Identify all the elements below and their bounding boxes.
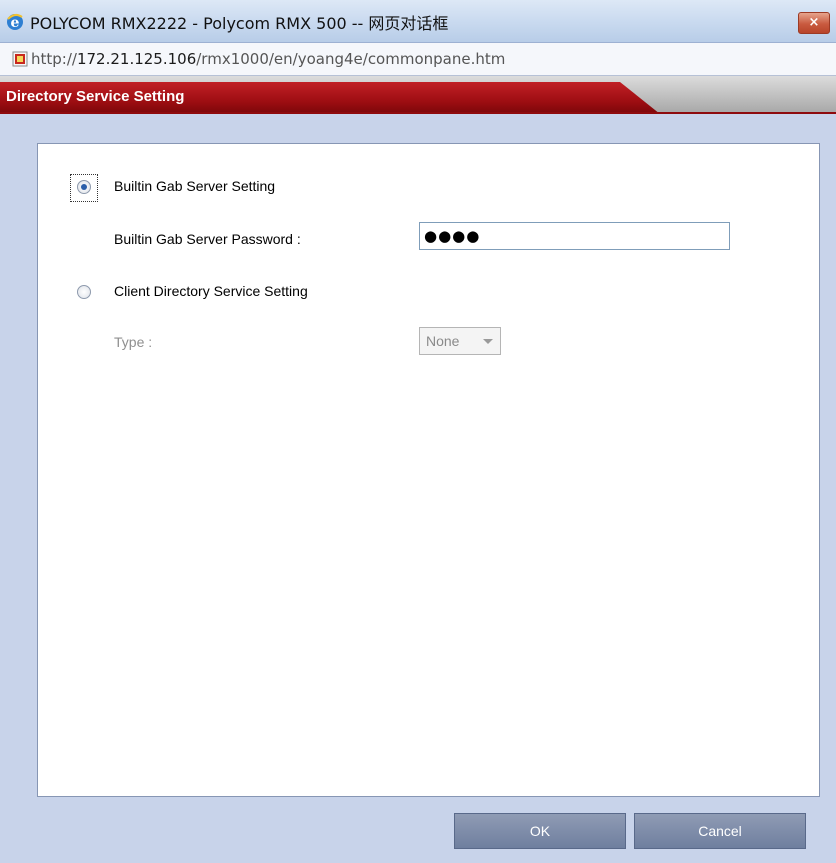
type-value: None — [426, 333, 460, 349]
page-title: Directory Service Setting — [6, 88, 185, 105]
svg-text:e: e — [11, 15, 20, 31]
password-label: Builtin Gab Server Password : — [114, 231, 301, 247]
type-select[interactable]: None — [419, 327, 501, 355]
internet-explorer-icon: e — [7, 13, 23, 31]
password-field[interactable]: ●●●● — [419, 222, 730, 250]
header-divider — [0, 112, 836, 114]
client-directory-label: Client Directory Service Setting — [114, 283, 308, 299]
close-icon: × — [808, 15, 820, 30]
client-directory-radio[interactable] — [77, 285, 91, 299]
address-bar: http://172.21.125.106/rmx1000/en/yoang4e… — [0, 43, 836, 76]
type-label: Type : — [114, 334, 153, 350]
ok-button[interactable]: OK — [454, 813, 626, 849]
address-url[interactable]: http://172.21.125.106/rmx1000/en/yoang4e… — [31, 50, 505, 68]
close-button[interactable]: × — [798, 12, 830, 34]
builtin-gab-radio[interactable] — [77, 180, 91, 194]
cancel-button[interactable]: Cancel — [634, 813, 806, 849]
page-icon — [12, 51, 28, 67]
builtin-gab-label: Builtin Gab Server Setting — [114, 178, 276, 194]
chevron-down-icon — [483, 339, 493, 344]
window-title: POLYCOM RMX2222 - Polycom RMX 500 -- 网页对… — [30, 14, 449, 33]
password-value: ●●●● — [424, 227, 481, 245]
window-titlebar: e POLYCOM RMX2222 - Polycom RMX 500 -- 网… — [0, 0, 836, 43]
